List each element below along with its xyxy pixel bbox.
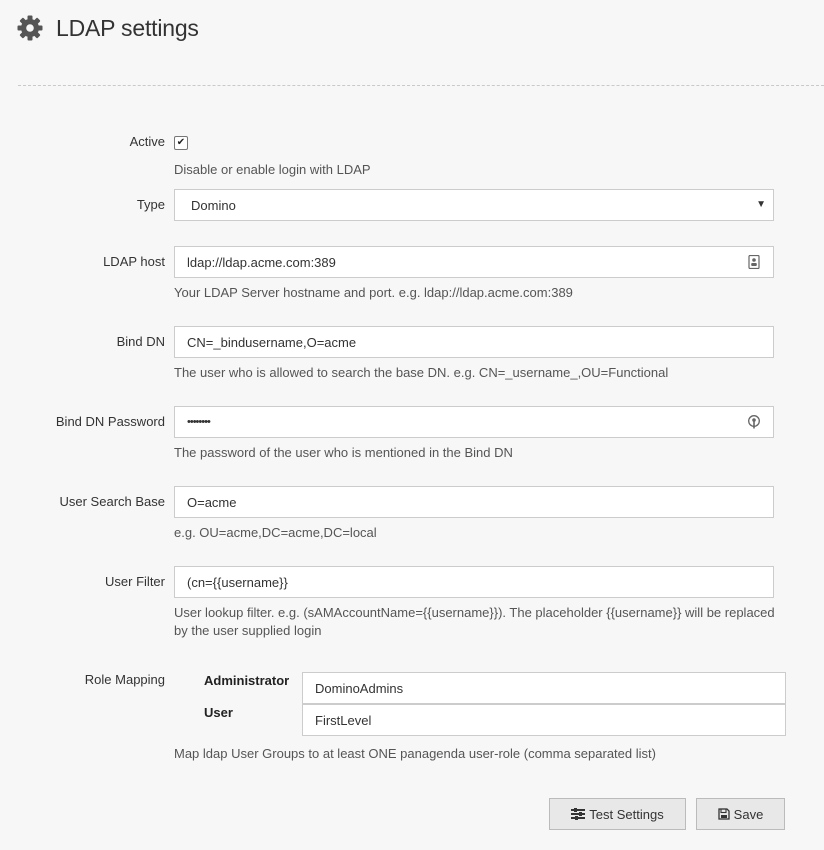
user-search-base-label: User Search Base (59, 494, 166, 509)
user-filter-input[interactable]: (cn={{username}} (174, 566, 774, 598)
role-input-administrator[interactable]: DominoAdmins (302, 672, 786, 704)
active-help: Disable or enable login with LDAP (174, 162, 371, 177)
ldap-host-help: Your LDAP Server hostname and port. e.g.… (174, 285, 573, 300)
page-header: LDAP settings (16, 12, 199, 44)
bind-dn-label: Bind DN (116, 334, 165, 349)
user-search-base-input[interactable]: O=acme (174, 486, 774, 518)
save-button[interactable]: Save (696, 798, 785, 830)
ldap-host-value: ldap://ldap.acme.com:389 (187, 254, 336, 270)
bind-dn-value: CN=_bindusername,O=acme (187, 334, 357, 350)
bind-dn-password-value: •••••••• (187, 416, 211, 428)
user-filter-value: (cn={{username}} (187, 574, 288, 590)
ldap-host-label: LDAP host (103, 254, 165, 269)
floppy-disk-icon (718, 808, 730, 820)
user-search-base-help: e.g. OU=acme,DC=acme,DC=local (174, 525, 377, 540)
type-label: Type (136, 197, 165, 212)
key-icon (748, 415, 760, 429)
role-value-administrator: DominoAdmins (315, 680, 404, 696)
page-title: LDAP settings (56, 14, 199, 41)
bind-dn-password-input[interactable]: •••••••• (174, 406, 774, 438)
bind-dn-help: The user who is allowed to search the ba… (174, 365, 669, 380)
caret-down-icon: ▼ (756, 199, 766, 210)
contact-card-icon (748, 255, 760, 269)
role-input-user[interactable]: FirstLevel (302, 704, 786, 736)
role-mapping-help: Map ldap User Groups to at least ONE pan… (174, 746, 656, 761)
bind-dn-password-help: The password of the user who is mentione… (174, 445, 513, 460)
type-select-value: Domino (191, 197, 236, 213)
role-name-user: User (204, 705, 233, 720)
user-search-base-value: O=acme (187, 494, 237, 510)
active-checkbox[interactable]: ✔ (174, 136, 188, 150)
active-label: Active (129, 134, 165, 149)
ldap-host-input[interactable]: ldap://ldap.acme.com:389 (174, 246, 774, 278)
bind-dn-password-label: Bind DN Password (55, 414, 165, 429)
save-label: Save (733, 806, 764, 822)
type-select[interactable]: Domino ▼ (174, 189, 774, 221)
bind-dn-input[interactable]: CN=_bindusername,O=acme (174, 326, 774, 358)
user-filter-help: User lookup filter. e.g. (sAMAccountName… (174, 605, 775, 638)
checkmark-icon: ✔ (176, 137, 186, 148)
role-mapping-label: Role Mapping (84, 672, 165, 687)
role-name-administrator: Administrator (204, 673, 290, 688)
user-filter-label: User Filter (105, 574, 165, 589)
header-divider (18, 85, 824, 86)
gear-icon (17, 15, 43, 41)
settings-sliders-icon (571, 808, 586, 820)
test-settings-button[interactable]: Test Settings (549, 798, 686, 830)
role-value-user: FirstLevel (315, 712, 372, 728)
test-settings-label: Test Settings (589, 806, 664, 822)
